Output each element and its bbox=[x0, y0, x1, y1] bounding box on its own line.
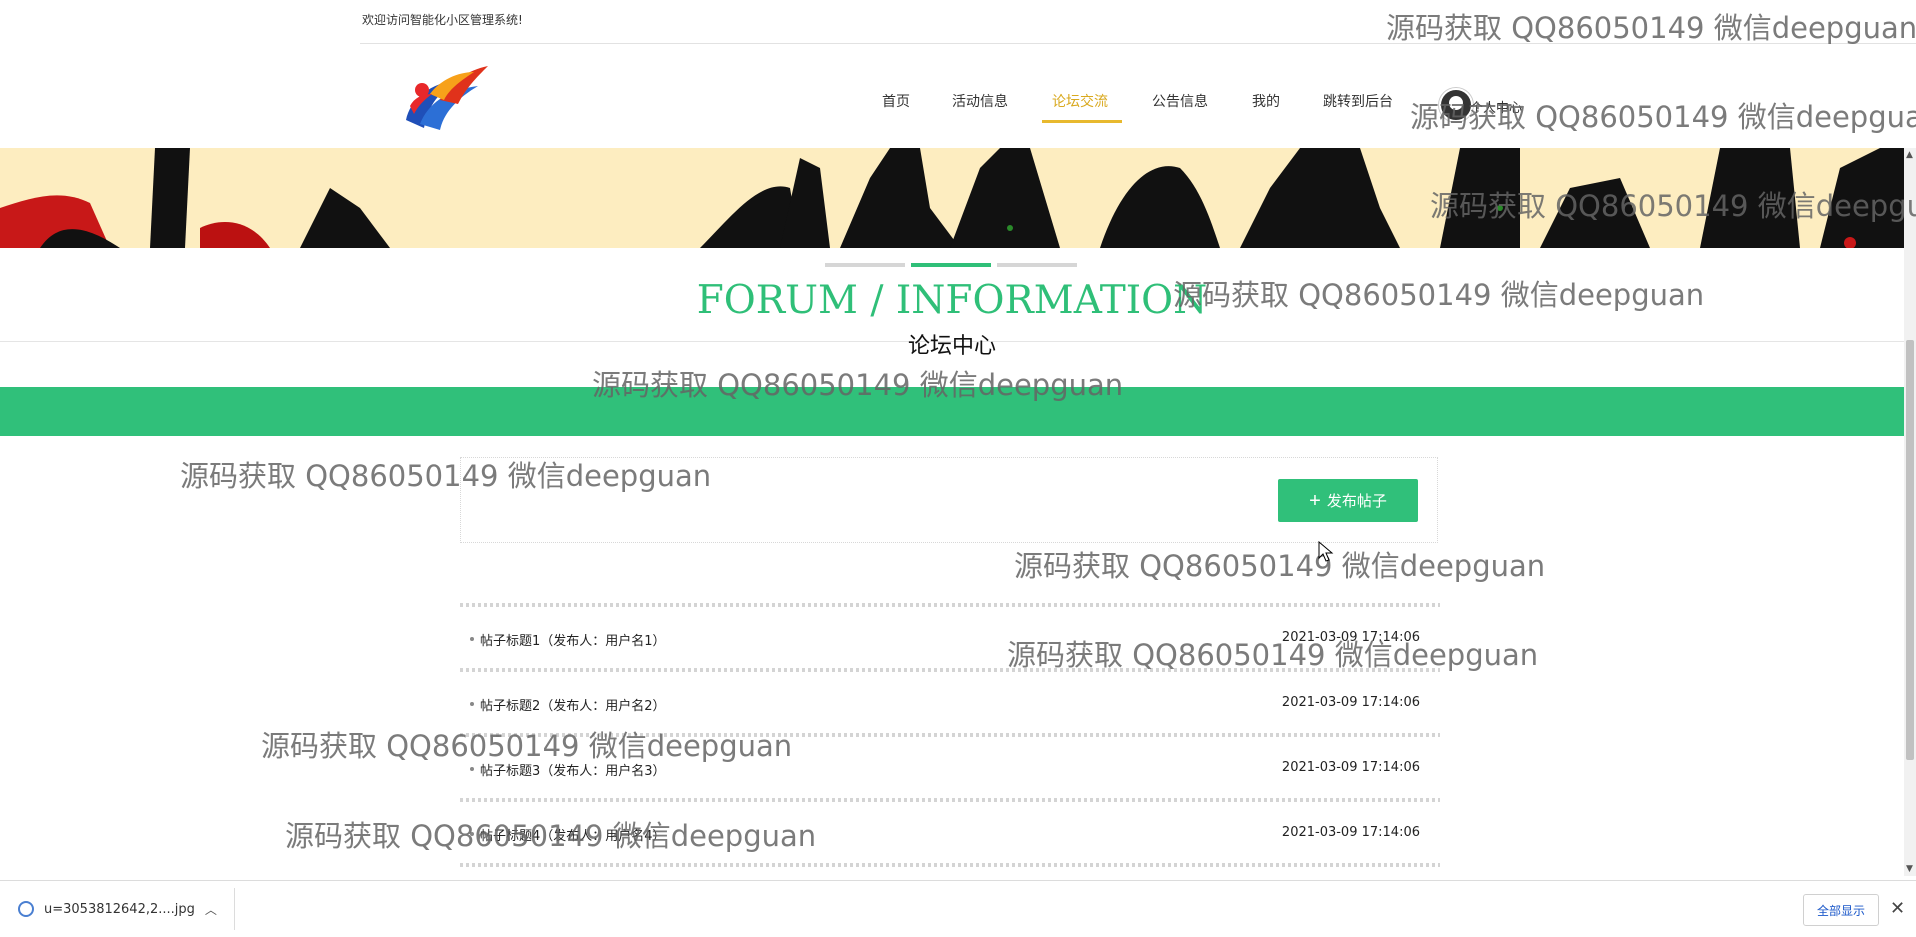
welcome-text: 欢迎访问智能化小区管理系统! bbox=[362, 13, 523, 27]
carousel-indicator-3[interactable] bbox=[997, 263, 1077, 267]
watermark-text: 源码获取 QQ86050149 微信deepguan bbox=[1014, 549, 1546, 583]
section-subtitle: 论坛中心 bbox=[907, 334, 996, 359]
post-time: 2021-03-09 17:14:06 bbox=[1281, 825, 1420, 840]
nav-item-mine[interactable]: 我的 bbox=[1252, 91, 1280, 111]
post-title[interactable]: 帖子标题1（发布人：用户名1） bbox=[480, 630, 666, 649]
download-bar bbox=[0, 880, 1916, 937]
show-all-downloads-button[interactable]: 全部显示 bbox=[1803, 894, 1879, 926]
carousel-indicator-2[interactable] bbox=[911, 263, 991, 267]
carousel-indicator-1[interactable] bbox=[825, 263, 905, 267]
row-divider bbox=[460, 798, 1440, 802]
bullet-icon bbox=[470, 767, 474, 771]
nav-item-home[interactable]: 首页 bbox=[882, 91, 910, 111]
bullet-icon bbox=[470, 702, 474, 706]
post-time: 2021-03-09 17:14:06 bbox=[1281, 695, 1420, 710]
row-divider bbox=[460, 603, 1440, 607]
watermark-text: 源码获取 QQ86050149 微信deepguan bbox=[1430, 189, 1916, 223]
site-logo[interactable] bbox=[400, 60, 492, 135]
plus-icon: + bbox=[1309, 489, 1321, 512]
scroll-down-icon[interactable]: ▼ bbox=[1906, 864, 1913, 874]
watermark-text: 源码获取 QQ86050149 微信deepguan bbox=[180, 459, 712, 493]
watermark-text: 源码获取 QQ86050149 微信deepguan bbox=[1410, 100, 1916, 134]
nav-item-announcements[interactable]: 公告信息 bbox=[1152, 91, 1208, 111]
watermark-text: 源码获取 QQ86050149 微信deepguan bbox=[1007, 638, 1539, 672]
post-time: 2021-03-09 17:14:06 bbox=[1281, 760, 1420, 775]
download-divider bbox=[234, 888, 235, 930]
mouse-cursor-icon bbox=[1318, 541, 1334, 562]
watermark-text: 源码获取 QQ86050149 微信deepguan bbox=[285, 819, 817, 853]
scrollbar-thumb[interactable] bbox=[1906, 340, 1914, 760]
download-filename[interactable]: u=3053812642,2....jpg bbox=[44, 902, 195, 917]
watermark-text: 源码获取 QQ86050149 微信deepguan bbox=[1173, 278, 1705, 312]
row-divider bbox=[460, 863, 1440, 867]
watermark-text: 源码获取 QQ86050149 微信deepguan bbox=[261, 729, 793, 763]
post-item[interactable]: 帖子标题2（发布人：用户名2） 2021-03-09 17:14:06 bbox=[470, 683, 1430, 723]
publish-post-label: 发布帖子 bbox=[1326, 493, 1387, 510]
watermark-text: 源码获取 QQ86050149 微信deepguan bbox=[1386, 11, 1916, 45]
nav-active-underline bbox=[1042, 120, 1122, 123]
bullet-icon bbox=[470, 637, 474, 641]
nav-item-admin[interactable]: 跳转到后台 bbox=[1323, 91, 1393, 111]
publish-post-button[interactable]: + 发布帖子 bbox=[1278, 479, 1418, 522]
scroll-up-icon[interactable]: ▲ bbox=[1906, 150, 1913, 160]
chevron-up-icon[interactable]: ︿ bbox=[205, 901, 217, 918]
nav-item-activities[interactable]: 活动信息 bbox=[952, 91, 1008, 111]
watermark-text: 源码获取 QQ86050149 微信deepguan bbox=[592, 368, 1124, 402]
image-file-icon bbox=[18, 901, 34, 917]
close-icon[interactable]: ✕ bbox=[1890, 898, 1905, 919]
download-item[interactable]: u=3053812642,2....jpg ︿ bbox=[18, 894, 234, 924]
nav-item-forum[interactable]: 论坛交流 bbox=[1052, 91, 1108, 111]
post-title[interactable]: 帖子标题2（发布人：用户名2） bbox=[480, 695, 666, 714]
